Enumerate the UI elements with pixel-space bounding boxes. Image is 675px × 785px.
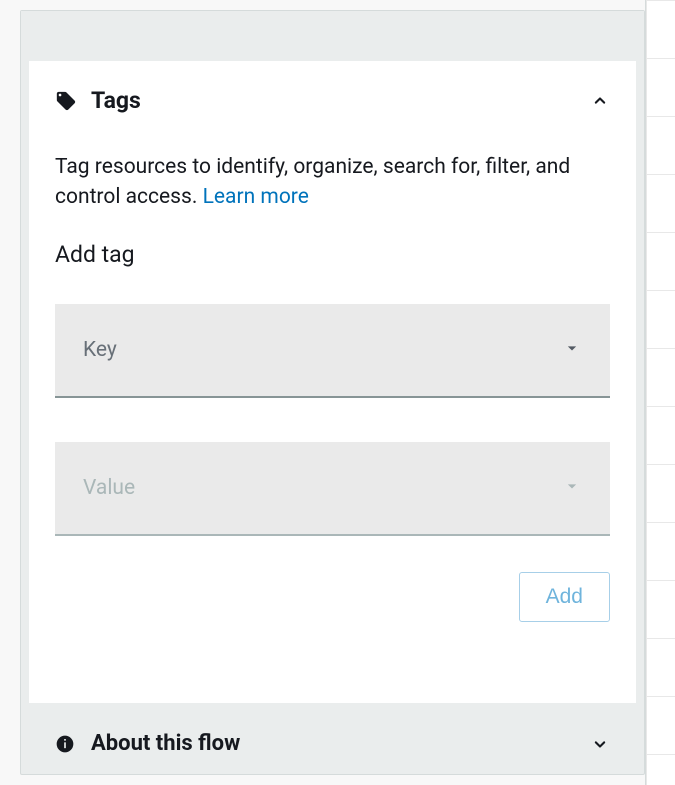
tags-title: Tags: [91, 87, 141, 114]
add-tag-heading: Add tag: [55, 241, 610, 268]
side-panel: Tags Tag resources to identify, organize…: [20, 10, 645, 775]
caret-down-icon: [562, 476, 582, 500]
add-button[interactable]: Add: [519, 572, 610, 622]
chevron-down-icon: [590, 734, 610, 754]
tags-section-header[interactable]: Tags: [55, 87, 610, 114]
tag-value-placeholder: Value: [83, 476, 135, 500]
about-flow-title: About this flow: [91, 731, 240, 756]
panel-top-spacer: [21, 11, 644, 61]
tags-description: Tag resources to identify, organize, sea…: [55, 152, 610, 213]
learn-more-link[interactable]: Learn more: [203, 185, 309, 209]
add-button-row: Add: [55, 572, 610, 622]
about-flow-section-header[interactable]: About this flow: [29, 713, 636, 774]
tags-description-text: Tag resources to identify, organize, sea…: [55, 155, 570, 209]
about-title-group: About this flow: [55, 731, 240, 756]
tags-section: Tags Tag resources to identify, organize…: [29, 61, 636, 703]
tag-icon: [55, 90, 77, 112]
tags-title-group: Tags: [55, 87, 141, 114]
canvas-grid-background: [645, 0, 675, 785]
tag-value-select[interactable]: Value: [55, 442, 610, 536]
chevron-up-icon: [590, 91, 610, 111]
info-icon: [55, 734, 75, 754]
caret-down-icon: [562, 338, 582, 362]
tag-key-placeholder: Key: [83, 338, 117, 362]
tag-key-select[interactable]: Key: [55, 304, 610, 398]
